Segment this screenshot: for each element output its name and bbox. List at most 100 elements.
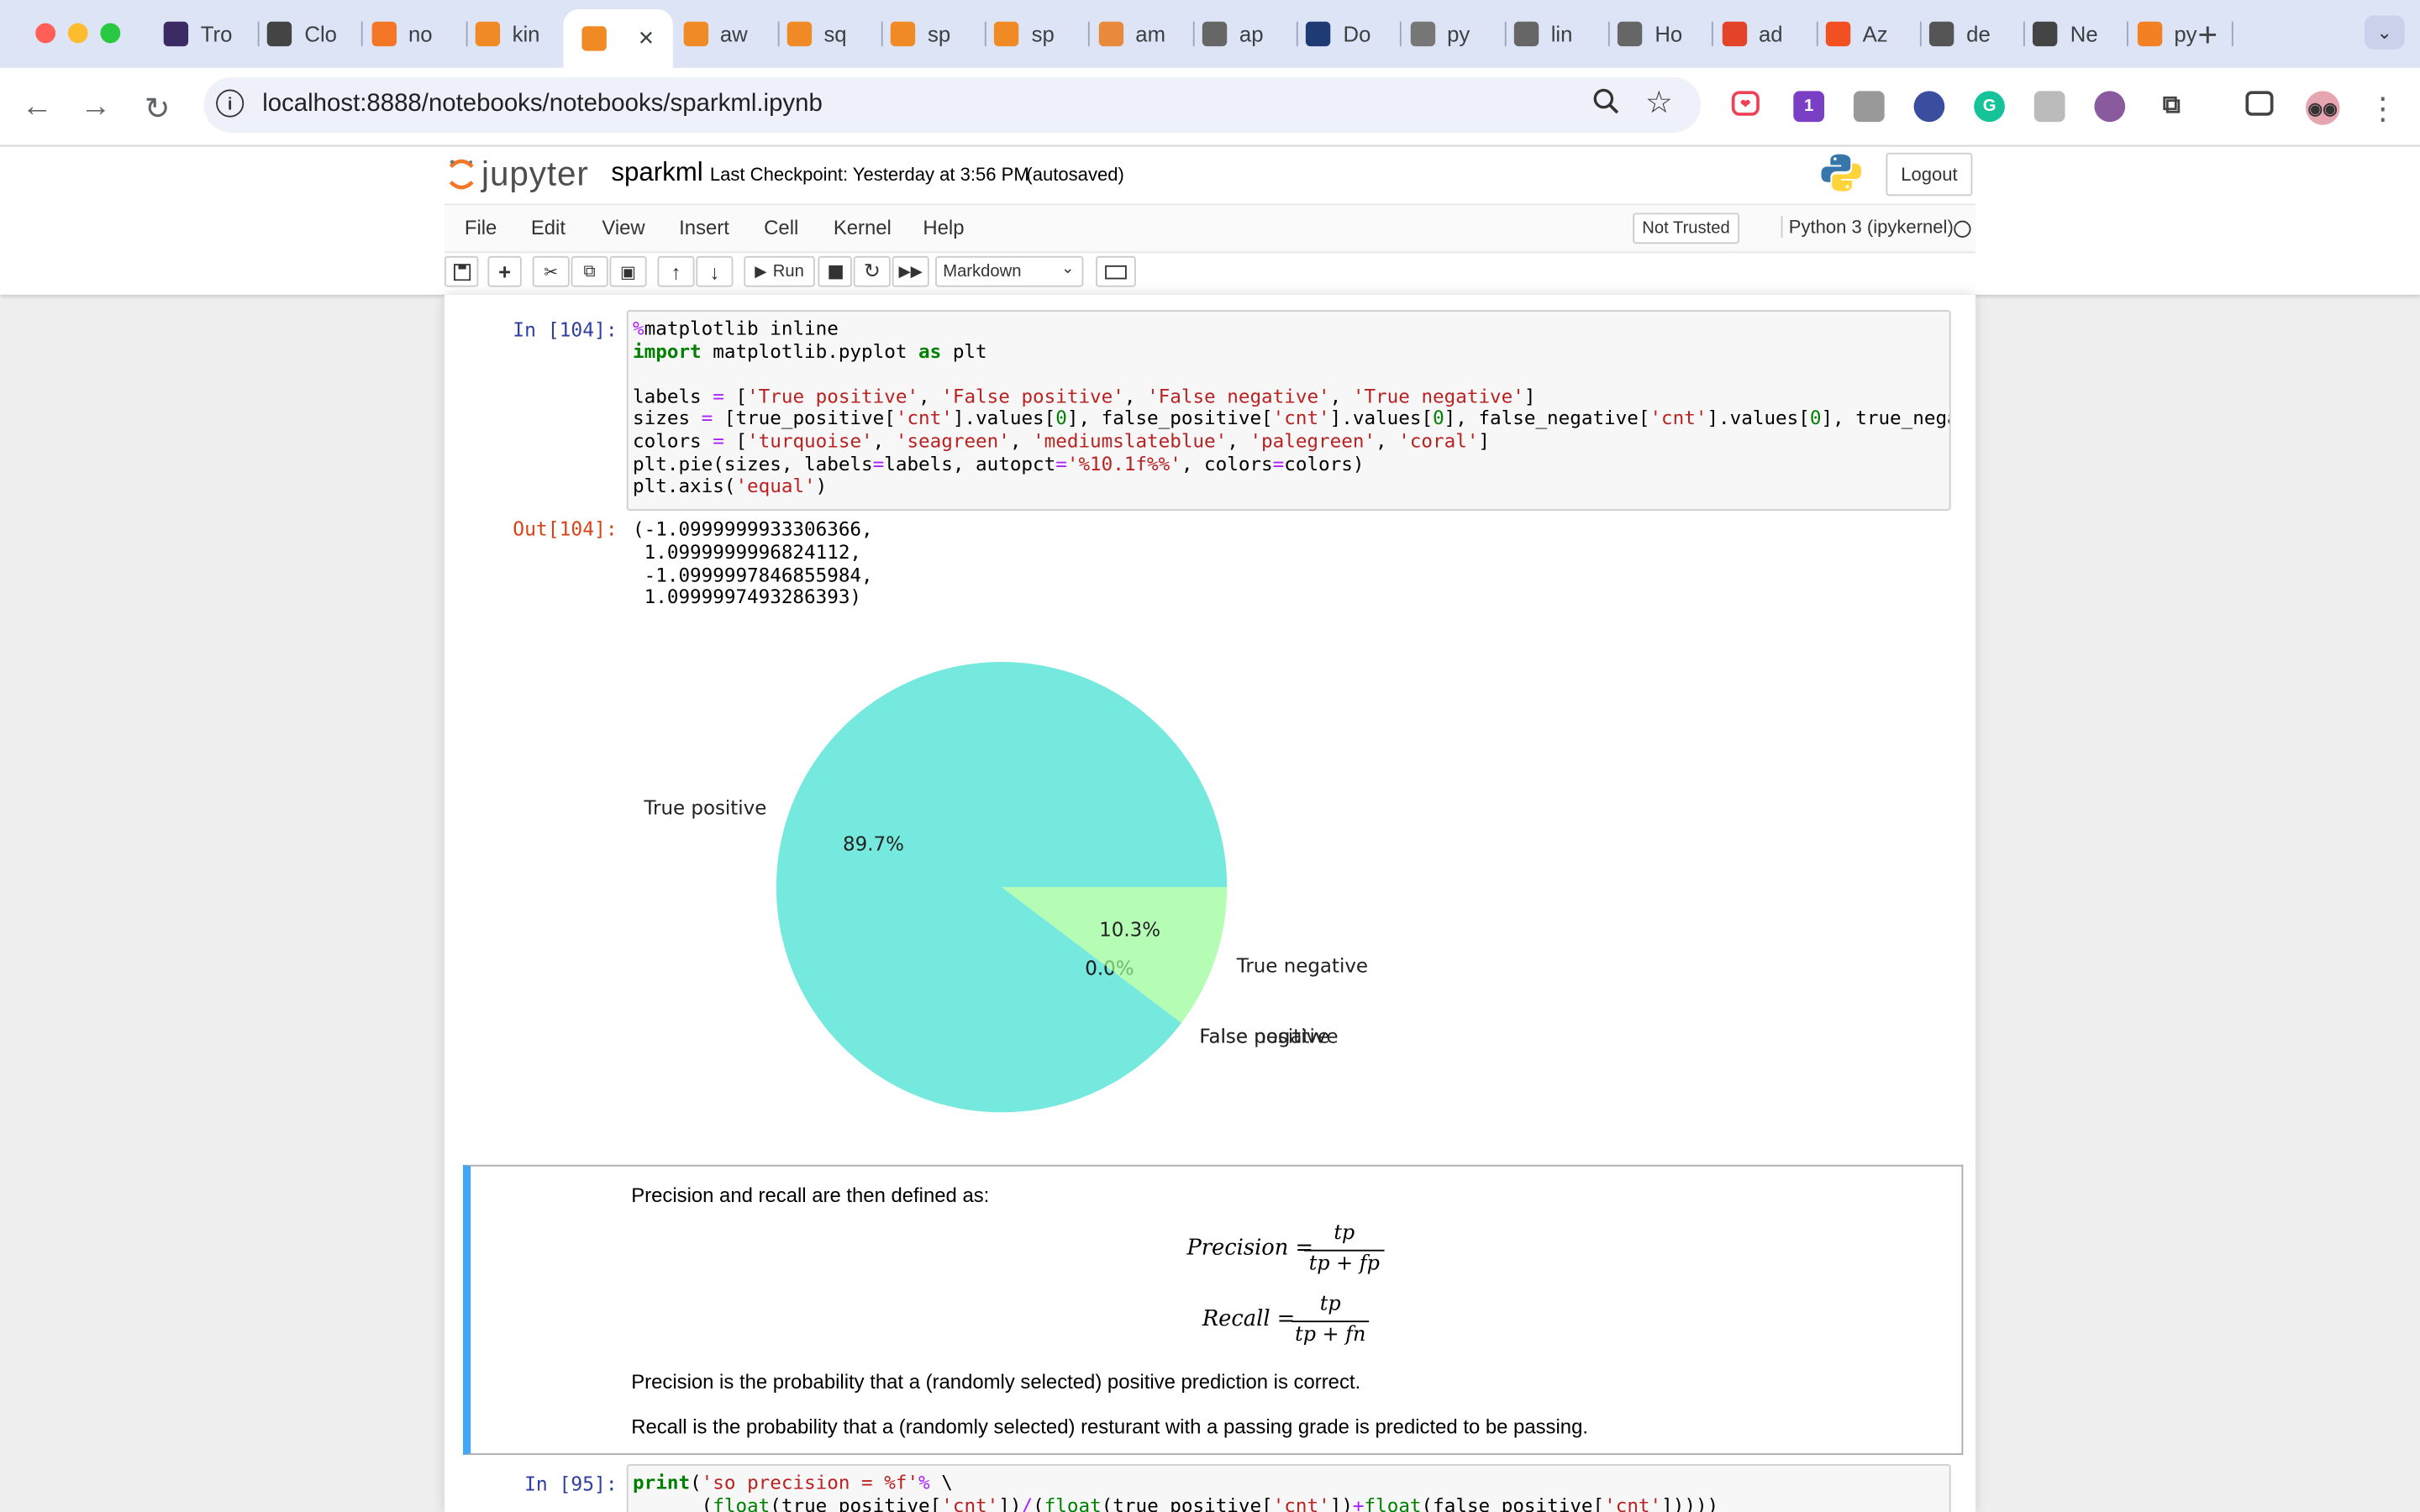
zoom-icon[interactable] xyxy=(1593,88,1621,123)
tab-search-button[interactable]: ⌄ xyxy=(2364,15,2405,50)
tab-separator xyxy=(1504,21,1506,47)
browser-tab[interactable]: Ho xyxy=(1618,13,1714,55)
browser-tab[interactable]: lin xyxy=(1513,13,1610,55)
tab-separator xyxy=(776,21,779,47)
address-bar[interactable]: i localhost:8888/notebooks/notebooks/spa… xyxy=(203,76,1702,133)
tab-title: py xyxy=(2174,21,2197,47)
tab-separator xyxy=(2127,21,2129,47)
menu-help[interactable]: Help xyxy=(923,216,964,239)
browser-tab[interactable]: no xyxy=(371,13,467,55)
copy-button[interactable]: ⧉ xyxy=(571,255,608,287)
new-tab-button[interactable]: + xyxy=(2198,15,2218,55)
browser-tab[interactable]: ✕ xyxy=(563,9,673,68)
tab-title: Do xyxy=(1343,21,1371,47)
kernel-name[interactable]: Python 3 (ipykernel) xyxy=(1781,216,1954,238)
markdown-intro: Precision and recall are then defined as… xyxy=(631,1183,990,1207)
menu-file[interactable]: File xyxy=(465,216,497,239)
browser-menu-icon[interactable]: ⋮ xyxy=(2365,90,2402,129)
extension-badge-icon[interactable]: 1 xyxy=(1793,91,1825,123)
browser-tab[interactable]: kin xyxy=(475,13,571,55)
flag-extension-icon[interactable] xyxy=(1913,91,1945,123)
menu-edit[interactable]: Edit xyxy=(531,216,566,239)
run-button[interactable]: ▶ Run xyxy=(744,255,815,287)
markdown-cell[interactable]: Precision and recall are then defined as… xyxy=(463,1164,1964,1456)
cell-type-select[interactable]: Markdown ⌄ xyxy=(935,255,1084,287)
tab-title: Clo xyxy=(304,21,337,47)
restart-button[interactable]: ↻ xyxy=(853,255,891,287)
jupyter-header: jupyter sparkml Last Checkpoint: Yesterd… xyxy=(0,146,2420,295)
code-cell-input-2[interactable]: print('so precision = %f'% \ (float(true… xyxy=(626,1464,1951,1512)
code-cell-input[interactable]: %matplotlib inline import matplotlib.pyp… xyxy=(626,310,1951,511)
browser-tab[interactable]: ad xyxy=(1721,13,1818,55)
browser-tab[interactable]: sp xyxy=(890,13,986,55)
tab-separator xyxy=(1712,21,1714,47)
browser-tab[interactable]: Tro xyxy=(163,13,260,55)
bookmark-star-icon[interactable]: ☆ xyxy=(1645,83,1673,122)
python-logo-icon xyxy=(1821,154,1862,192)
tab-title: py xyxy=(1447,21,1470,47)
grammarly-extension-icon[interactable]: G xyxy=(1974,91,2005,123)
menu-cell[interactable]: Cell xyxy=(764,216,798,239)
move-down-button[interactable]: ↓ xyxy=(696,255,734,287)
image-extension-icon[interactable] xyxy=(2033,91,2065,123)
tab-separator xyxy=(881,21,883,47)
browser-tab[interactable]: sq xyxy=(786,13,883,55)
browser-tab-strip: Tro Clo no kin ✕ aw sq sp sp am ap Do py lin Ho ad Az de N… xyxy=(0,0,2420,68)
move-up-button[interactable]: ↑ xyxy=(657,255,695,287)
pocket-extension-icon[interactable]: ❤ xyxy=(1731,91,1760,116)
code-editor-2[interactable]: print('so precision = %f'% \ (float(true… xyxy=(629,1466,1949,1512)
close-window-button[interactable] xyxy=(35,23,56,44)
tab-title: Ne xyxy=(2070,21,2098,47)
code-editor[interactable]: %matplotlib inline import matplotlib.pyp… xyxy=(629,312,1949,498)
reload-button[interactable]: ↻ xyxy=(139,90,176,129)
command-palette-button[interactable] xyxy=(1096,255,1136,287)
paste-button[interactable]: ▣ xyxy=(609,255,647,287)
tab-favicon-icon xyxy=(1513,21,1539,47)
browser-tab[interactable]: ap xyxy=(1202,13,1298,55)
precision-definition: Precision is the probability that a (ran… xyxy=(631,1370,1361,1394)
interrupt-button[interactable] xyxy=(818,255,852,287)
chevron-down-icon: ⌄ xyxy=(1060,260,1075,278)
trust-status-button[interactable]: Not Trusted xyxy=(1633,213,1739,244)
browser-tab[interactable]: sp xyxy=(994,13,1091,55)
browser-tab[interactable]: aw xyxy=(682,13,779,55)
tab-separator xyxy=(2023,21,2025,47)
browser-tab[interactable]: de xyxy=(1929,13,2025,55)
jupyter-logo[interactable]: jupyter xyxy=(448,155,589,195)
close-tab-icon[interactable]: ✕ xyxy=(638,26,655,50)
menu-insert[interactable]: Insert xyxy=(679,216,729,239)
save-button[interactable] xyxy=(444,255,479,287)
forward-button[interactable]: → xyxy=(77,90,114,125)
site-info-icon[interactable]: i xyxy=(216,89,245,118)
notebook-name[interactable]: sparkml xyxy=(611,157,702,188)
logout-button[interactable]: Logout xyxy=(1886,152,1973,197)
run-label: Run xyxy=(772,262,804,281)
tab-favicon-icon xyxy=(163,21,189,47)
browser-tab[interactable]: Az xyxy=(1825,13,1922,55)
notes-extension-icon[interactable] xyxy=(1853,91,1885,123)
precision-numerator: tp xyxy=(1334,1221,1355,1246)
insert-cell-button[interactable]: + xyxy=(487,255,522,287)
browser-tab[interactable]: Do xyxy=(1306,13,1402,55)
cut-button[interactable]: ✂ xyxy=(532,255,570,287)
purple-extension-icon[interactable] xyxy=(2094,91,2126,123)
recall-numerator: tp xyxy=(1319,1293,1341,1316)
profile-avatar[interactable]: ◉◉ xyxy=(2306,91,2340,125)
minimize-window-button[interactable] xyxy=(67,23,88,44)
browser-tab[interactable]: am xyxy=(1098,13,1195,55)
back-button[interactable]: ← xyxy=(18,90,55,125)
restart-run-all-button[interactable]: ▶▶ xyxy=(892,255,929,287)
browser-tab[interactable]: Clo xyxy=(267,13,364,55)
pie-slice-true-positive xyxy=(776,661,1228,1113)
menu-view[interactable]: View xyxy=(602,216,644,239)
menu-kernel[interactable]: Kernel xyxy=(834,216,892,239)
puzzle-extensions-icon[interactable]: ⧉ xyxy=(2155,91,2187,123)
zoom-window-button[interactable] xyxy=(100,23,121,44)
sidebar-toggle-icon[interactable] xyxy=(2245,91,2274,116)
browser-tab[interactable]: py xyxy=(1410,13,1506,55)
tab-favicon-icon xyxy=(1306,21,1331,47)
url-text[interactable]: localhost:8888/notebooks/notebooks/spark… xyxy=(262,91,823,118)
browser-tab[interactable]: Ne xyxy=(2033,13,2129,55)
recall-fraction-bar xyxy=(1292,1320,1370,1323)
fast-forward-icon: ▶▶ xyxy=(898,263,923,281)
